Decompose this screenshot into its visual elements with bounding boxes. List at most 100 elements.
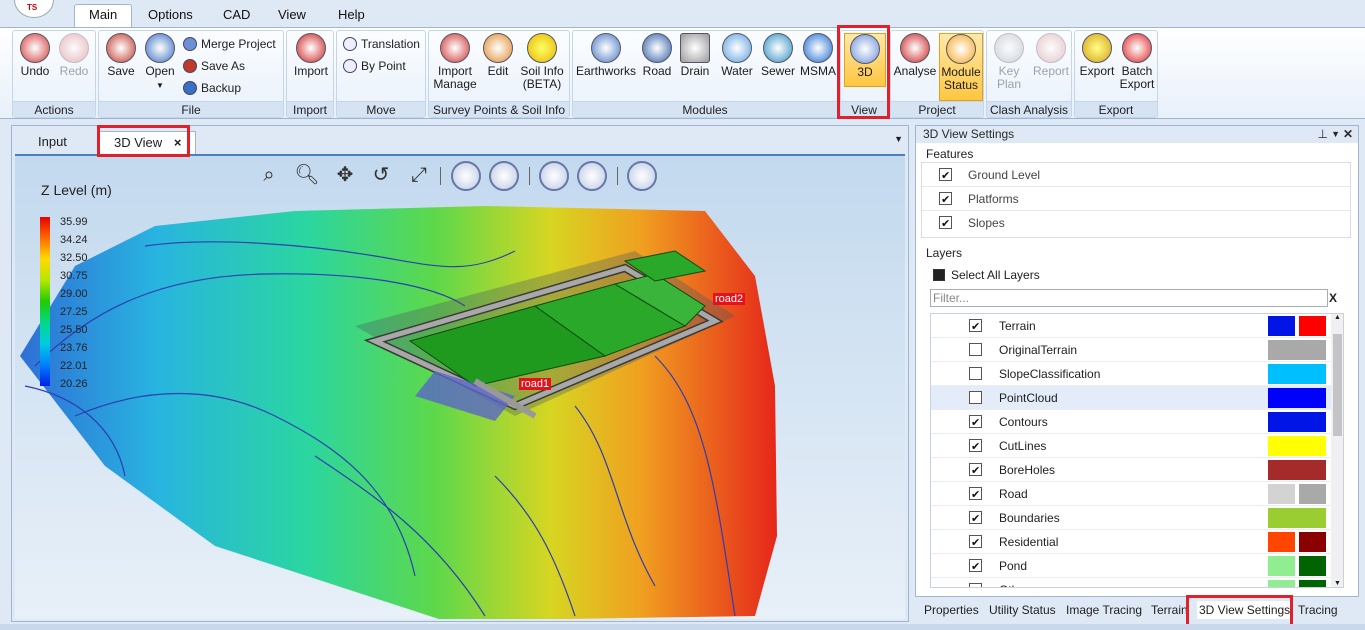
export-view-icon[interactable] <box>577 161 607 191</box>
redo-button[interactable]: Redo <box>56 33 92 78</box>
tab-properties[interactable]: Properties <box>924 601 979 619</box>
color-swatch[interactable] <box>1299 580 1326 587</box>
terrain-exaggerate-icon[interactable] <box>451 161 481 191</box>
key-plan-button[interactable]: Key Plan <box>989 33 1029 91</box>
backup-button[interactable]: Backup <box>183 80 241 96</box>
tab-tracing[interactable]: Tracing <box>1298 601 1338 619</box>
layer-row[interactable]: BoreHoles <box>931 458 1331 483</box>
chevron-down-icon[interactable]: ▼ <box>1331 126 1340 143</box>
translation-button[interactable]: Translation <box>343 36 420 52</box>
module-status-button[interactable]: Module Status <box>939 33 983 101</box>
3d-viewport[interactable]: road1 road2 ⌕ 🔍︎ ✥ ↺ ⤢ Z Level (m) 35.99… <box>15 154 905 619</box>
scroll-down-icon[interactable]: ▼ <box>1334 580 1341 587</box>
checkbox[interactable] <box>969 483 982 507</box>
open-button[interactable]: Open ▼ <box>142 33 178 92</box>
drain-button[interactable]: Drain <box>677 33 713 78</box>
by-point-button[interactable]: By Point <box>343 58 406 74</box>
report-button[interactable]: Report <box>1031 33 1071 78</box>
checkbox[interactable] <box>969 411 982 435</box>
feature-row[interactable]: Slopes <box>922 211 1350 236</box>
pan-icon[interactable]: ✥ <box>331 161 359 189</box>
tab-utility-status[interactable]: Utility Status <box>989 601 1056 619</box>
sewer-button[interactable]: Sewer <box>759 33 797 78</box>
color-swatch[interactable] <box>1268 364 1326 384</box>
tab-options[interactable]: Options <box>134 5 207 28</box>
tab-view[interactable]: View <box>264 5 320 28</box>
app-logo[interactable]: TS <box>14 0 54 18</box>
layer-list-scrollbar[interactable]: ▲ ▼ <box>1331 314 1343 587</box>
checkbox[interactable] <box>969 343 982 356</box>
tab-help[interactable]: Help <box>324 5 379 28</box>
layer-row[interactable]: Contours <box>931 410 1331 435</box>
road-label[interactable]: road1 <box>519 378 552 390</box>
checkbox[interactable] <box>939 188 952 212</box>
close-icon[interactable]: ✕ <box>1343 126 1353 143</box>
color-swatch[interactable] <box>1268 556 1295 576</box>
tab-main[interactable]: Main <box>74 4 133 28</box>
layer-row[interactable]: Pond <box>931 554 1331 579</box>
layer-row[interactable]: Terrain <box>931 314 1331 339</box>
clear-filter-button[interactable]: X <box>1329 291 1337 305</box>
analyse-button[interactable]: Analyse <box>893 33 937 78</box>
rotate-icon[interactable]: ↺ <box>367 161 395 189</box>
screenshot-icon[interactable] <box>627 161 657 191</box>
checkbox[interactable] <box>939 164 952 188</box>
tab-image-tracing[interactable]: Image Tracing <box>1066 601 1142 619</box>
import-button[interactable]: Import <box>290 33 332 78</box>
edit-button[interactable]: Edit <box>481 33 515 78</box>
color-swatch[interactable] <box>1268 460 1326 480</box>
road-button[interactable]: Road <box>639 33 675 78</box>
color-swatch[interactable] <box>1268 340 1326 360</box>
checkbox[interactable] <box>969 579 982 587</box>
feature-row[interactable]: Ground Level <box>922 163 1350 188</box>
color-swatch[interactable] <box>1268 436 1326 456</box>
chevron-down-icon[interactable]: ▼ <box>894 134 903 144</box>
tristate-checkbox[interactable] <box>933 269 945 281</box>
layer-row[interactable]: OriginalTerrain <box>931 338 1331 362</box>
save-button[interactable]: Save <box>103 33 139 78</box>
layer-row[interactable]: SlopeClassification <box>931 362 1331 386</box>
save-as-button[interactable]: Save As <box>183 58 245 74</box>
zoom-icon[interactable]: 🔍︎ <box>293 161 321 189</box>
color-swatch[interactable] <box>1268 316 1295 336</box>
earthworks-button[interactable]: Earthworks <box>575 33 637 78</box>
scrollbar-thumb[interactable] <box>1333 334 1342 436</box>
batch-export-button[interactable]: Batch Export <box>1117 33 1157 91</box>
color-swatch[interactable] <box>1268 580 1295 587</box>
layer-row[interactable]: Residential <box>931 530 1331 555</box>
filter-input[interactable]: Filter... <box>930 289 1328 307</box>
color-swatch[interactable] <box>1268 484 1295 504</box>
terrain-flatten-icon[interactable] <box>489 161 519 191</box>
zoom-window-icon[interactable]: ⌕ <box>255 161 283 189</box>
color-swatch[interactable] <box>1268 508 1326 528</box>
checkbox[interactable] <box>969 555 982 579</box>
checkbox[interactable] <box>969 459 982 483</box>
checkbox[interactable] <box>969 391 982 404</box>
layer-row[interactable]: Boundaries <box>931 506 1331 531</box>
pin-icon[interactable]: ⊥ <box>1318 126 1328 143</box>
tab-input[interactable]: Input <box>24 131 81 155</box>
zoom-extents-icon[interactable]: ⤢ <box>405 161 433 189</box>
checkbox[interactable] <box>969 507 982 531</box>
export-button[interactable]: Export <box>1077 33 1117 78</box>
select-all-layers[interactable]: Select All Layers <box>933 268 1040 282</box>
color-swatch[interactable] <box>1299 484 1326 504</box>
layer-row[interactable]: CutLines <box>931 434 1331 459</box>
checkbox[interactable] <box>969 315 982 339</box>
msma-button[interactable]: MSMA <box>799 33 837 78</box>
soil-info-button[interactable]: Soil Info (BETA) <box>517 33 567 91</box>
checkbox[interactable] <box>969 367 982 380</box>
color-swatch[interactable] <box>1268 388 1326 408</box>
feature-row[interactable]: Platforms <box>922 187 1350 212</box>
color-swatch[interactable] <box>1299 556 1326 576</box>
color-swatch[interactable] <box>1268 532 1295 552</box>
layer-view-icon[interactable] <box>539 161 569 191</box>
color-swatch[interactable] <box>1299 532 1326 552</box>
tab-terrain[interactable]: Terrain <box>1151 601 1187 619</box>
scroll-up-icon[interactable]: ▲ <box>1334 314 1341 321</box>
import-manage-button[interactable]: Import Manage <box>431 33 479 91</box>
color-swatch[interactable] <box>1268 412 1326 432</box>
layer-row[interactable]: Road <box>931 482 1331 507</box>
color-swatch[interactable] <box>1299 316 1326 336</box>
layer-row[interactable]: PointCloud <box>931 386 1331 410</box>
